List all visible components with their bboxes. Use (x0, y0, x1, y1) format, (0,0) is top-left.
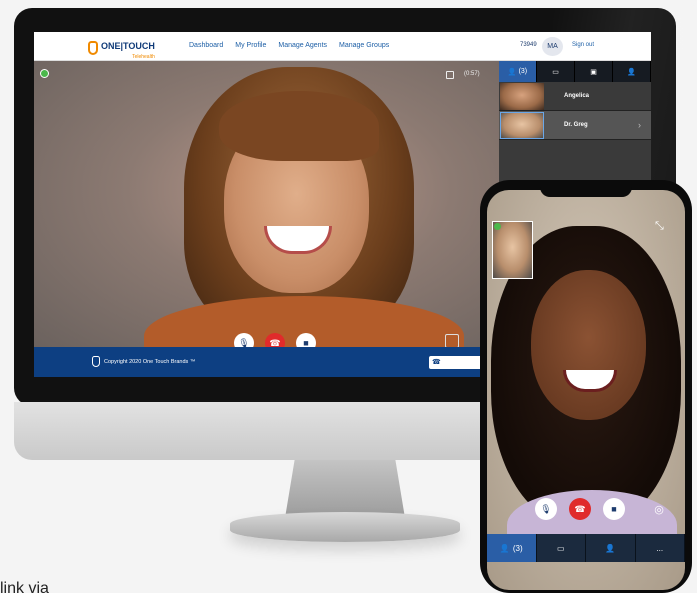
logo-subtitle: Telehealth (132, 54, 155, 60)
chat-icon: ▭ (552, 68, 559, 76)
online-status-icon (494, 223, 501, 230)
tab-screen-share[interactable]: ▣ (575, 61, 613, 82)
camera-button[interactable]: ■ (296, 333, 316, 347)
contacts-icon: 👤 (507, 68, 517, 76)
phone-tab-add-user[interactable]: 👤 (586, 534, 636, 562)
participant-name: Dr. Greg (564, 122, 588, 128)
fullscreen-icon[interactable] (446, 71, 454, 79)
chat-icon: ▭ (556, 543, 565, 553)
mic-button[interactable]: 🎙 (234, 333, 254, 347)
hand-icon (92, 356, 100, 367)
phone-bottom-nav: 👤 (3) ▭ 👤 ... (487, 534, 685, 562)
tab-contacts[interactable]: 👤 (3) (499, 61, 537, 82)
mic-icon: 🎙 (540, 503, 552, 514)
end-call-icon: ☎ (269, 337, 281, 348)
tab-chat[interactable]: ▭ (537, 61, 575, 82)
grid-view-icon[interactable] (445, 334, 459, 347)
phone-tab-contacts-count: (3) (512, 543, 523, 553)
phone-tab-contacts[interactable]: 👤 (3) (487, 534, 537, 562)
mic-icon: 🎙 (238, 337, 250, 348)
nav-manage-agents[interactable]: Manage Agents (278, 42, 327, 49)
camera-icon: ■ (611, 504, 617, 514)
call-timer: (0:57) (464, 71, 480, 77)
online-status-icon (40, 69, 49, 78)
phone-tab-more[interactable]: ... (636, 534, 685, 562)
app-logo[interactable]: ONE|TOUCH Telehealth (88, 36, 155, 60)
tab-add-user[interactable]: 👤 (613, 61, 651, 82)
footer-copyright: Copyright 2020 One Touch Brands ™ (104, 359, 196, 365)
signout-link[interactable]: Sign out (572, 42, 594, 48)
phone-caller-face (531, 270, 646, 420)
chevron-right-icon: › (638, 120, 641, 130)
participant-thumbnail (500, 111, 544, 139)
participant-name: Angelica (564, 93, 590, 99)
product-mockup-scene: ONE|TOUCH Telehealth Dashboard My Profil… (0, 0, 697, 593)
more-icon: ... (656, 543, 664, 553)
collapse-icon[interactable]: ⤡ (655, 220, 664, 233)
screenshot-button[interactable]: ◎ (648, 498, 670, 520)
nav-dashboard[interactable]: Dashboard (189, 42, 223, 49)
add-user-icon: 👤 (605, 543, 616, 553)
participant-thumbnail (500, 82, 544, 110)
end-call-icon: ☎ (574, 503, 586, 514)
hand-icon (88, 41, 98, 55)
phone-app-screen: ⤡ 🎙 ☎ ■ ◎ 👤 (3) ▭ 👤 ... (487, 190, 685, 590)
app-header: ONE|TOUCH Telehealth Dashboard My Profil… (34, 32, 651, 61)
contacts-icon: 👤 (499, 543, 510, 553)
avatar[interactable]: MA (542, 37, 563, 56)
sidebar-tabs: 👤 (3) ▭ ▣ 👤 (499, 61, 651, 82)
logo-text: ONE|TOUCH (101, 41, 155, 51)
phone-tab-chat[interactable]: ▭ (537, 534, 586, 562)
monitor-stand-neck (285, 460, 405, 518)
main-video-feed: (0:57) 🎙 ☎ ■ (34, 61, 499, 347)
tab-contacts-count: (3) (518, 68, 528, 75)
nav-manage-groups[interactable]: Manage Groups (339, 42, 389, 49)
phone-mic-button[interactable]: 🎙 (535, 498, 557, 520)
phone-end-call-button[interactable]: ☎ (569, 498, 591, 520)
caller-bangs (219, 91, 379, 161)
caption-text: link via (0, 580, 49, 593)
participant-row[interactable]: Angelica (499, 82, 651, 111)
user-id: 73949 (520, 42, 537, 48)
phone-camera-button[interactable]: ■ (603, 498, 625, 520)
end-call-button[interactable]: ☎ (265, 333, 285, 347)
nav-my-profile[interactable]: My Profile (235, 42, 266, 49)
participant-row[interactable]: Dr. Greg › (499, 111, 651, 140)
main-nav: Dashboard My Profile Manage Agents Manag… (189, 42, 389, 49)
camera-icon: ■ (303, 338, 309, 347)
phone-notch (540, 183, 632, 197)
screen-share-icon: ▣ (590, 68, 597, 76)
camera-snapshot-icon: ◎ (654, 503, 664, 516)
add-user-icon: 👤 (627, 68, 636, 76)
monitor-stand-base (230, 512, 460, 542)
